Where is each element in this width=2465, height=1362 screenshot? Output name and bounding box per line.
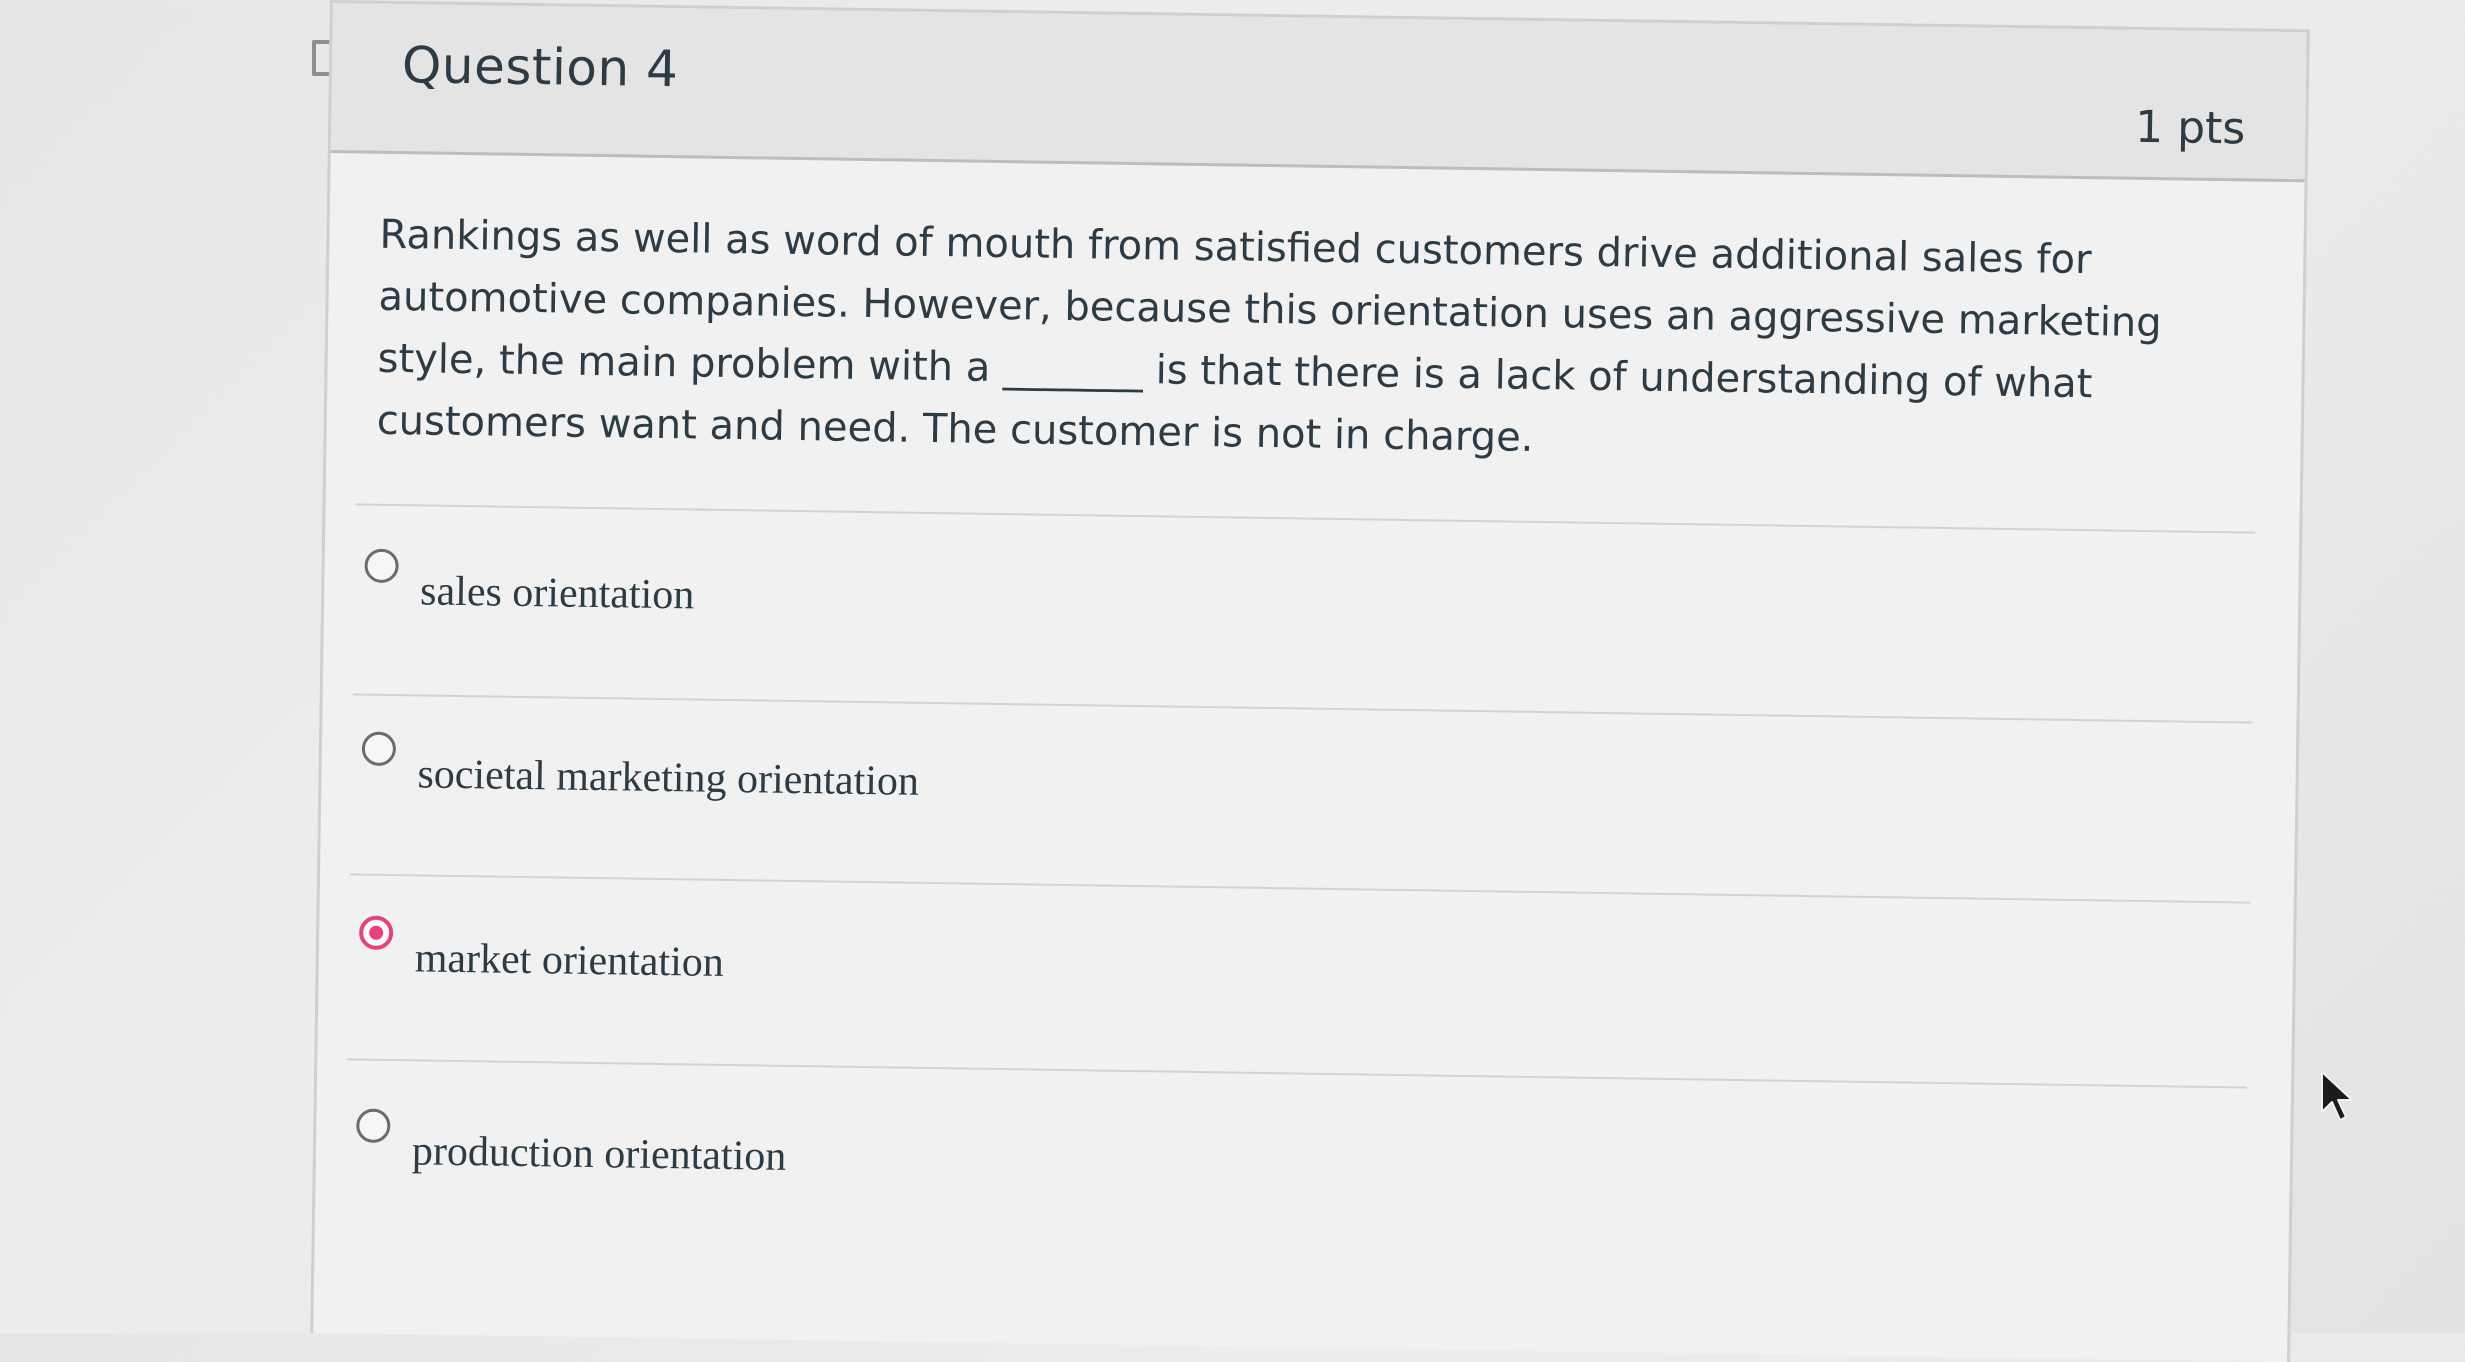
divider xyxy=(347,1058,2248,1089)
radio-icon[interactable] xyxy=(356,1108,391,1144)
question-title: Question 4 xyxy=(401,36,679,99)
answer-option-sales-orientation[interactable]: sales orientation xyxy=(364,548,2165,656)
answer-label[interactable]: market orientation xyxy=(414,934,724,987)
radio-icon[interactable] xyxy=(361,731,397,767)
radio-selected-icon[interactable] xyxy=(358,915,394,951)
answer-label[interactable]: sales orientation xyxy=(420,567,695,619)
question-points: 1 pts xyxy=(2134,101,2246,155)
answer-label[interactable]: societal marketing orientation xyxy=(417,750,919,805)
answer-option-societal-marketing-orientation[interactable]: societal marketing orientation xyxy=(361,731,2162,839)
question-text: Rankings as well as word of mouth from s… xyxy=(376,211,2162,461)
divider xyxy=(350,873,2250,904)
radio-icon[interactable] xyxy=(364,548,399,584)
question-header: Question 4 1 pts xyxy=(330,3,2307,183)
divider xyxy=(352,693,2253,724)
answer-option-market-orientation[interactable]: market orientation xyxy=(358,915,2159,1023)
mouse-cursor-icon xyxy=(2321,1071,2353,1121)
divider xyxy=(355,503,2256,534)
answer-option-production-orientation[interactable]: production orientation xyxy=(355,1108,2156,1216)
answer-label[interactable]: production orientation xyxy=(412,1127,787,1181)
question-card: Question 4 1 pts Rankings as well as wor… xyxy=(310,0,2310,1362)
